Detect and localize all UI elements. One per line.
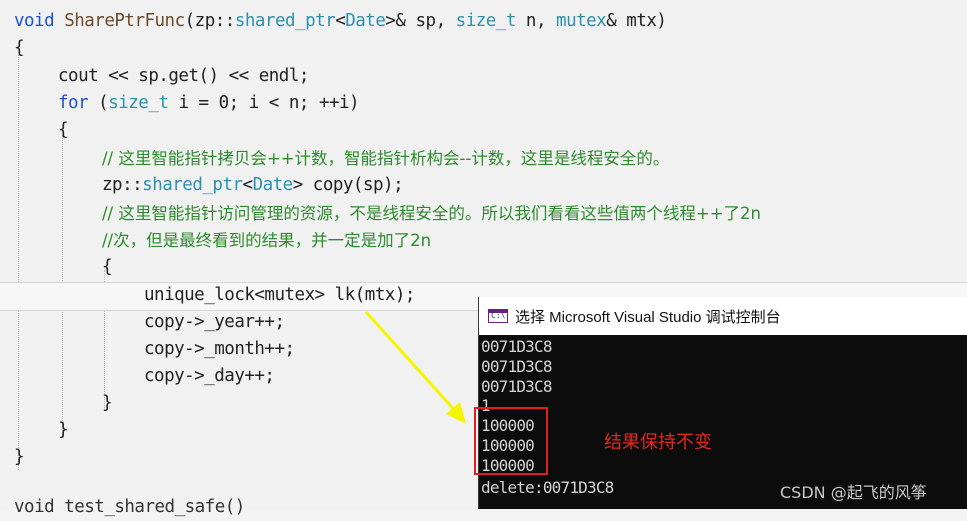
code-text: (zp:: — [184, 11, 236, 31]
code-line-copy-decl[interactable]: zp::shared_ptr<Date> copy(sp); — [102, 172, 404, 199]
code-text: >& sp, — [385, 11, 456, 31]
code-line-unique-lock[interactable]: unique_lock<mutex> lk(mtx); — [144, 282, 415, 309]
type-name: mutex — [556, 11, 607, 31]
code-text: > copy(sp); — [292, 175, 404, 195]
code-line-function-signature[interactable]: void SharePtrFunc(zp::shared_ptr<Date>& … — [14, 8, 667, 35]
type-name: Date — [345, 11, 386, 31]
console-app-icon: C:\ — [488, 309, 508, 323]
code-text: < — [242, 175, 254, 195]
code-line-open-brace[interactable]: { — [14, 35, 25, 62]
result-highlight-box — [474, 407, 548, 475]
code-text: n, — [515, 11, 557, 31]
code-line-open-brace[interactable]: { — [58, 117, 69, 144]
type-name: shared_ptr — [142, 175, 243, 195]
code-line-next-function[interactable]: void test_shared_safe() — [14, 494, 245, 521]
keyword: void — [14, 11, 55, 31]
type-name: shared_ptr — [234, 11, 336, 31]
console-output-line: delete:0071D3C8 — [481, 478, 614, 497]
code-text: zp:: — [102, 175, 143, 195]
console-title-text: 选择 Microsoft Visual Studio 调试控制台 — [515, 308, 781, 326]
type-name: size_t — [455, 11, 517, 31]
csdn-watermark: CSDN @起飞的风筝 — [780, 483, 927, 502]
type-name: size_t — [108, 93, 169, 113]
code-line-comment[interactable]: //次，但是最终看到的结果，并一定是加了2n — [102, 227, 431, 254]
indent-guide — [18, 55, 19, 470]
code-line-for-loop[interactable]: for (size_t i = 0; i < n; ++i) — [58, 90, 360, 117]
code-text: < — [335, 11, 346, 31]
code-line-day-increment[interactable]: copy->_day++; — [144, 363, 275, 390]
console-title-bar[interactable]: C:\ 选择 Microsoft Visual Studio 调试控制台 — [479, 297, 967, 335]
console-output-line: 0071D3C8 — [481, 377, 552, 396]
keyword: for — [58, 93, 89, 113]
function-name: SharePtrFunc — [64, 11, 185, 31]
code-text: i = 0; i < n; ++i) — [168, 93, 360, 113]
code-line-comment[interactable]: // 这里智能指针拷贝会++计数，智能指针析构会--计数，这里是线程安全的。 — [102, 145, 669, 172]
console-output-line: 0071D3C8 — [481, 337, 552, 356]
code-line-year-increment[interactable]: copy->_year++; — [144, 309, 285, 336]
code-text: & mtx) — [606, 11, 667, 31]
type-name: Date — [252, 175, 294, 195]
code-line-close-brace[interactable]: } — [14, 444, 25, 471]
code-line-month-increment[interactable]: copy->_month++; — [144, 336, 295, 363]
code-line-close-brace[interactable]: } — [58, 417, 69, 444]
console-output-line: 0071D3C8 — [481, 357, 552, 376]
debug-console-window[interactable]: C:\ 选择 Microsoft Visual Studio 调试控制台 007… — [478, 297, 967, 509]
code-line-close-brace[interactable]: } — [102, 390, 113, 417]
result-annotation-text: 结果保持不变 — [604, 432, 712, 453]
code-line-open-brace[interactable]: { — [102, 254, 113, 281]
code-line-comment[interactable]: // 这里智能指针访问管理的资源，不是线程安全的。所以我们看看这些值两个线程++… — [102, 200, 761, 227]
code-text: ( — [88, 93, 109, 113]
code-line-cout[interactable]: cout << sp.get() << endl; — [58, 63, 309, 90]
